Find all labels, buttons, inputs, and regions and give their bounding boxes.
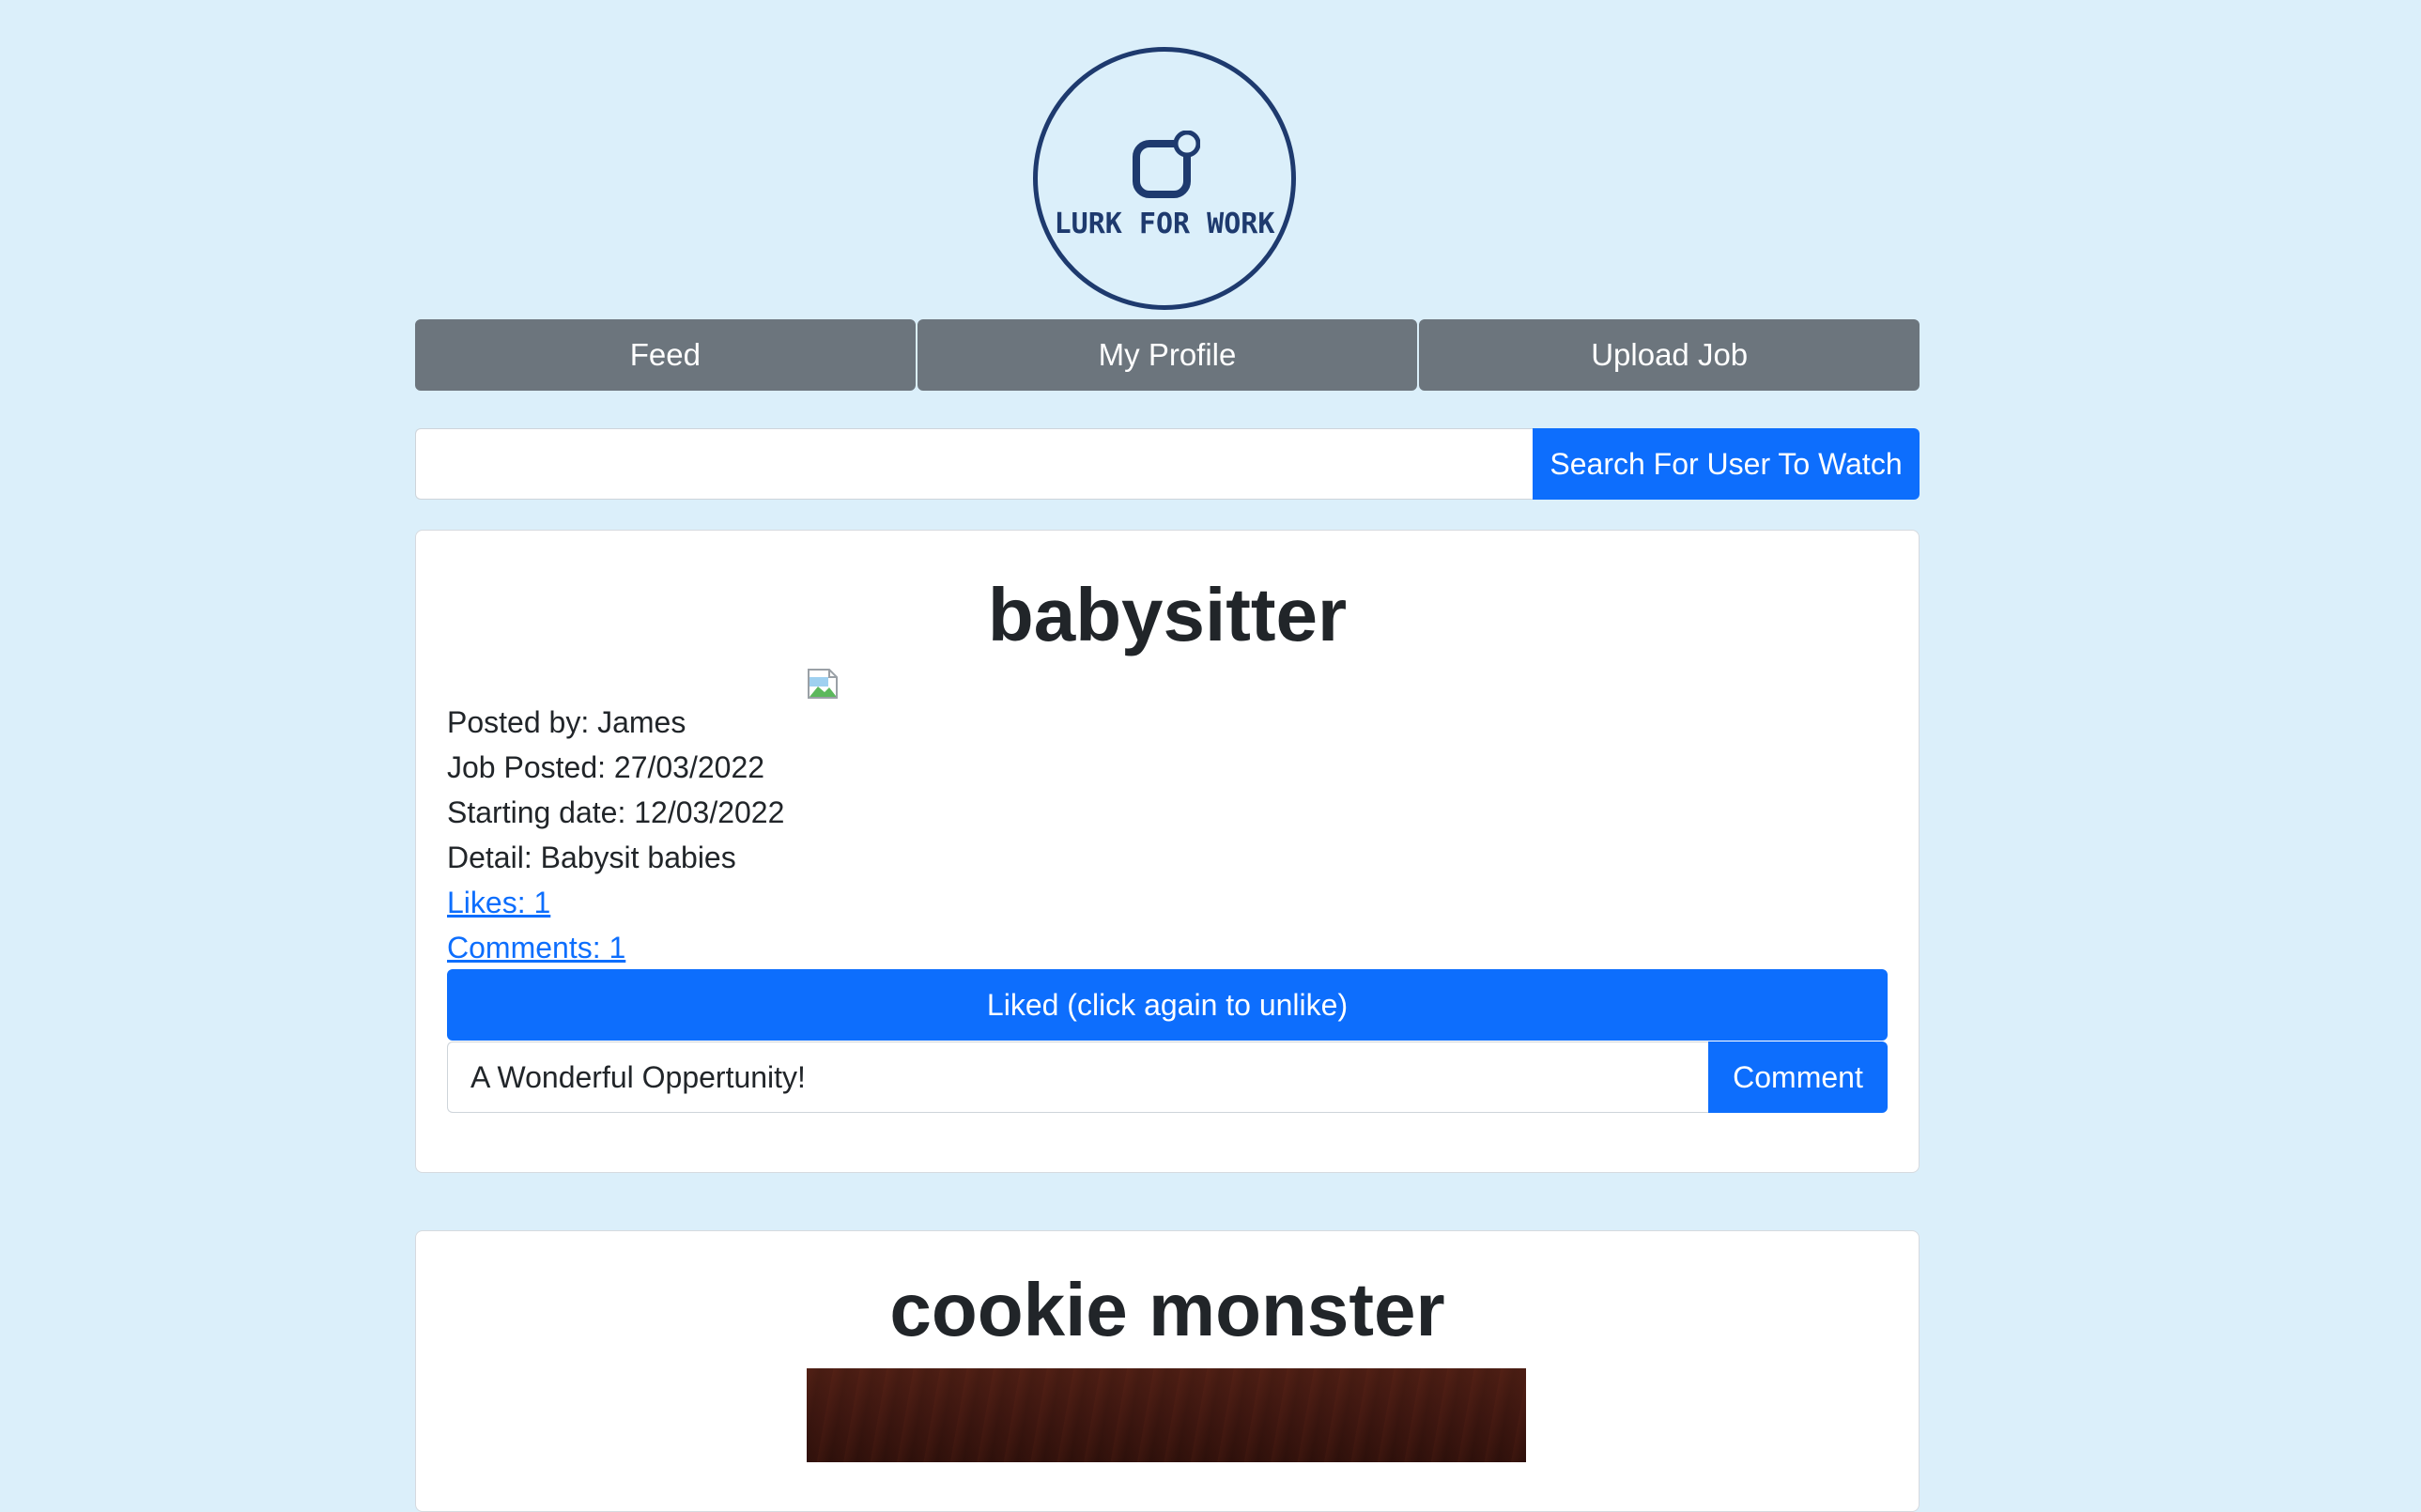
- user-search-bar: Search For User To Watch: [415, 428, 1920, 500]
- main-nav: Feed My Profile Upload Job: [415, 319, 1920, 391]
- job-details: Posted by: James Job Posted: 27/03/2022 …: [447, 700, 784, 970]
- comment-form: Comment: [447, 1041, 1888, 1113]
- job-detail: Detail: Babysit babies: [447, 841, 736, 874]
- job-posted-date: Job Posted: 27/03/2022: [447, 750, 765, 784]
- job-post-card: babysitter Posted by: James Job Posted: …: [415, 530, 1920, 1173]
- search-user-input[interactable]: [415, 428, 1533, 500]
- nav-upload-job-button[interactable]: Upload Job: [1419, 319, 1920, 391]
- comments-link[interactable]: Comments: 1: [447, 931, 625, 964]
- logo: LURK FOR WORK: [1033, 47, 1302, 316]
- comment-button[interactable]: Comment: [1708, 1041, 1888, 1113]
- job-post-card: cookie monster: [415, 1230, 1920, 1512]
- job-starting-date: Starting date: 12/03/2022: [447, 795, 785, 829]
- logo-text: LURK FOR WORK: [1054, 208, 1275, 240]
- job-title: cookie monster: [889, 1268, 1445, 1351]
- likes-link[interactable]: Likes: 1: [447, 886, 550, 919]
- nav-feed-button[interactable]: Feed: [415, 319, 916, 391]
- logo-mark-icon: [1133, 131, 1200, 198]
- search-user-button[interactable]: Search For User To Watch: [1533, 428, 1920, 500]
- job-posted-by: Posted by: James: [447, 705, 686, 739]
- comment-input[interactable]: [447, 1041, 1708, 1113]
- logo-circle: LURK FOR WORK: [1033, 47, 1296, 310]
- broken-image-icon: [808, 669, 838, 699]
- nav-my-profile-button[interactable]: My Profile: [917, 319, 1418, 391]
- job-title: babysitter: [987, 573, 1348, 656]
- job-image: [807, 1368, 1526, 1462]
- like-toggle-button[interactable]: Liked (click again to unlike): [447, 969, 1888, 1041]
